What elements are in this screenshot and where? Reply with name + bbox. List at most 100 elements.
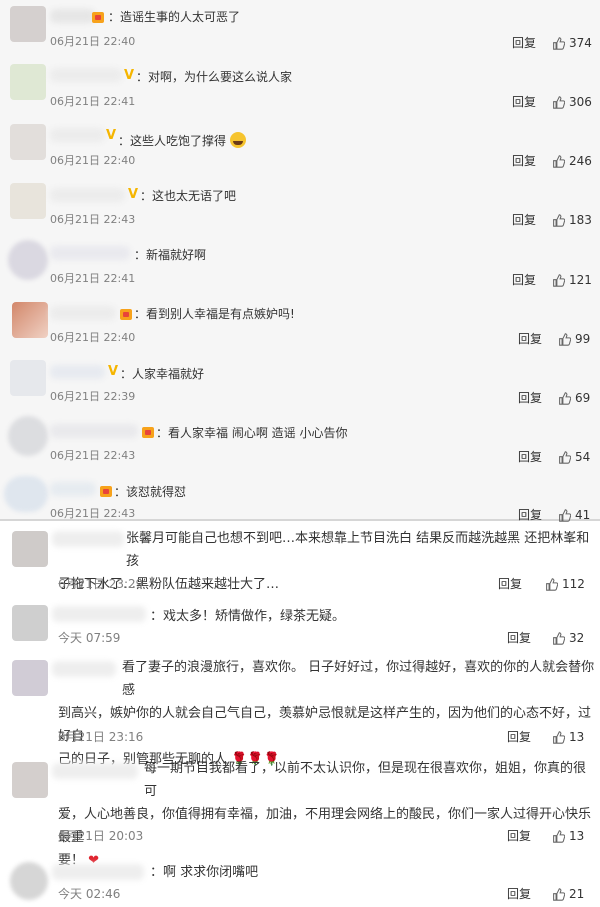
like-button[interactable]: 32 xyxy=(552,631,584,645)
reply-button[interactable]: 回复 xyxy=(507,887,531,901)
thumbs-up-icon xyxy=(559,508,571,522)
comment-time: 6月21日 20:03 xyxy=(58,829,144,843)
comment-time: 06月21日 22:39 xyxy=(50,390,136,403)
comment-text: ：看到别人幸福是有点嫉妒吗! xyxy=(134,307,295,321)
like-button[interactable]: 41 xyxy=(558,508,590,522)
comment-text: ：戏太多！矫情做作，绿茶无疑。 xyxy=(150,609,346,624)
thumbs-up-icon xyxy=(559,450,571,464)
like-count: 41 xyxy=(575,508,591,522)
like-button[interactable]: 112 xyxy=(545,577,585,591)
like-button[interactable]: 121 xyxy=(552,273,592,287)
comment-content: 看人家幸福 闹心啊 造谣 小心告你 xyxy=(168,426,348,440)
reply-button[interactable]: 回复 xyxy=(512,95,536,109)
reply-button[interactable]: 回复 xyxy=(518,391,542,405)
avatar[interactable] xyxy=(10,862,48,900)
comment-text: 看了妻子的浪漫旅行，喜欢你。 日子好好过，你过得越好，喜欢的你的人就会替你感 到… xyxy=(58,656,598,771)
avatar[interactable] xyxy=(8,416,48,456)
avatar[interactable] xyxy=(10,183,46,219)
thumbs-up-icon xyxy=(553,631,565,645)
comment-text: ：这也太无语了吧 xyxy=(140,189,237,203)
avatar[interactable] xyxy=(12,302,48,338)
username-blurred[interactable] xyxy=(50,9,95,23)
reply-button[interactable]: 回复 xyxy=(518,332,542,346)
comment-content: 该怼就得怼 xyxy=(126,485,187,499)
like-count: 112 xyxy=(562,577,585,591)
comment-text: ：对啊，为什么要这么说人家 xyxy=(136,70,293,84)
like-count: 21 xyxy=(569,887,585,901)
comment-content: 人家幸福就好 xyxy=(132,367,205,381)
like-button[interactable]: 246 xyxy=(552,154,592,168)
avatar[interactable] xyxy=(10,64,46,100)
laughing-face-icon xyxy=(229,132,246,148)
like-button[interactable]: 69 xyxy=(558,391,590,405)
thumbs-up-icon xyxy=(553,829,565,843)
like-button[interactable]: 374 xyxy=(552,36,592,50)
reply-button[interactable]: 回复 xyxy=(512,154,536,168)
comment-time: 今天 07:59 xyxy=(58,631,121,645)
like-button[interactable]: 13 xyxy=(552,730,584,744)
comment-content: 对啊，为什么要这么说人家 xyxy=(148,70,293,84)
comment-time: 06月21日 22:43 xyxy=(50,213,136,226)
thumbs-up-icon xyxy=(553,273,565,287)
like-button[interactable]: 306 xyxy=(552,95,592,109)
comment-time: 6月21日 23:29 xyxy=(58,577,144,591)
comment-content: 造谣生事的人太可恶了 xyxy=(120,10,241,24)
thumbs-up-icon xyxy=(559,391,571,405)
like-button[interactable]: 13 xyxy=(552,829,584,843)
comment-line: 每一期节目我都看了，以前不太认识你，但是现在很喜欢你，姐姐，你真的很可 xyxy=(144,761,587,799)
like-button[interactable]: 54 xyxy=(558,450,590,464)
comment-time: 06月21日 22:40 xyxy=(50,331,136,344)
like-button[interactable]: 99 xyxy=(558,332,590,346)
username-blurred[interactable] xyxy=(50,424,138,438)
thumbs-up-icon xyxy=(546,577,558,591)
like-count: 246 xyxy=(569,154,592,168)
avatar[interactable] xyxy=(8,240,48,280)
thumbs-up-icon xyxy=(553,154,565,168)
avatar[interactable] xyxy=(10,6,46,42)
comment-time: 06月21日 22:41 xyxy=(50,272,136,285)
thumbs-up-icon xyxy=(559,332,571,346)
avatar[interactable] xyxy=(10,124,46,160)
reply-button[interactable]: 回复 xyxy=(507,829,531,843)
reply-button[interactable]: 回复 xyxy=(518,450,542,464)
verified-v-icon: V xyxy=(106,128,117,143)
reply-button[interactable]: 回复 xyxy=(507,631,531,645)
avatar[interactable] xyxy=(4,476,48,512)
thumbs-up-icon xyxy=(553,95,565,109)
member-badge-icon xyxy=(142,427,154,438)
like-count: 121 xyxy=(569,273,592,287)
username-blurred[interactable] xyxy=(52,864,144,880)
reply-button[interactable]: 回复 xyxy=(512,213,536,227)
avatar[interactable] xyxy=(12,605,48,641)
like-button[interactable]: 21 xyxy=(552,887,584,901)
username-blurred[interactable] xyxy=(50,482,96,496)
username-blurred[interactable] xyxy=(50,188,125,202)
reply-button[interactable]: 回复 xyxy=(512,36,536,50)
like-button[interactable]: 183 xyxy=(552,213,592,227)
comment-time: 06月21日 22:43 xyxy=(50,507,136,520)
reply-button[interactable]: 回复 xyxy=(507,730,531,744)
avatar[interactable] xyxy=(10,360,46,396)
comment-text: ：这些人吃饱了撑得 xyxy=(118,129,246,149)
reply-button[interactable]: 回复 xyxy=(498,577,522,591)
avatar[interactable] xyxy=(12,762,48,798)
avatar[interactable] xyxy=(12,531,48,567)
verified-v-icon: V xyxy=(128,187,139,202)
username-blurred[interactable] xyxy=(50,365,105,379)
reply-button[interactable]: 回复 xyxy=(518,508,542,522)
username-blurred[interactable] xyxy=(50,68,122,82)
username-blurred[interactable] xyxy=(50,246,130,260)
verified-v-icon: V xyxy=(108,364,119,379)
comment-content: 啊 求求你闭嘴吧 xyxy=(163,865,259,880)
reply-button[interactable]: 回复 xyxy=(512,273,536,287)
username-blurred[interactable] xyxy=(50,306,116,320)
comment-time: 6月21日 23:16 xyxy=(58,730,144,744)
avatar[interactable] xyxy=(12,660,48,696)
like-count: 13 xyxy=(569,829,585,843)
like-count: 374 xyxy=(569,36,592,50)
username-blurred[interactable] xyxy=(52,606,146,622)
comment-time: 06月21日 22:40 xyxy=(50,35,136,48)
comment-line: 看了妻子的浪漫旅行，喜欢你。 日子好好过，你过得越好，喜欢的你的人就会替你感 xyxy=(122,660,595,698)
username-blurred[interactable] xyxy=(50,128,105,142)
like-count: 54 xyxy=(575,450,591,464)
